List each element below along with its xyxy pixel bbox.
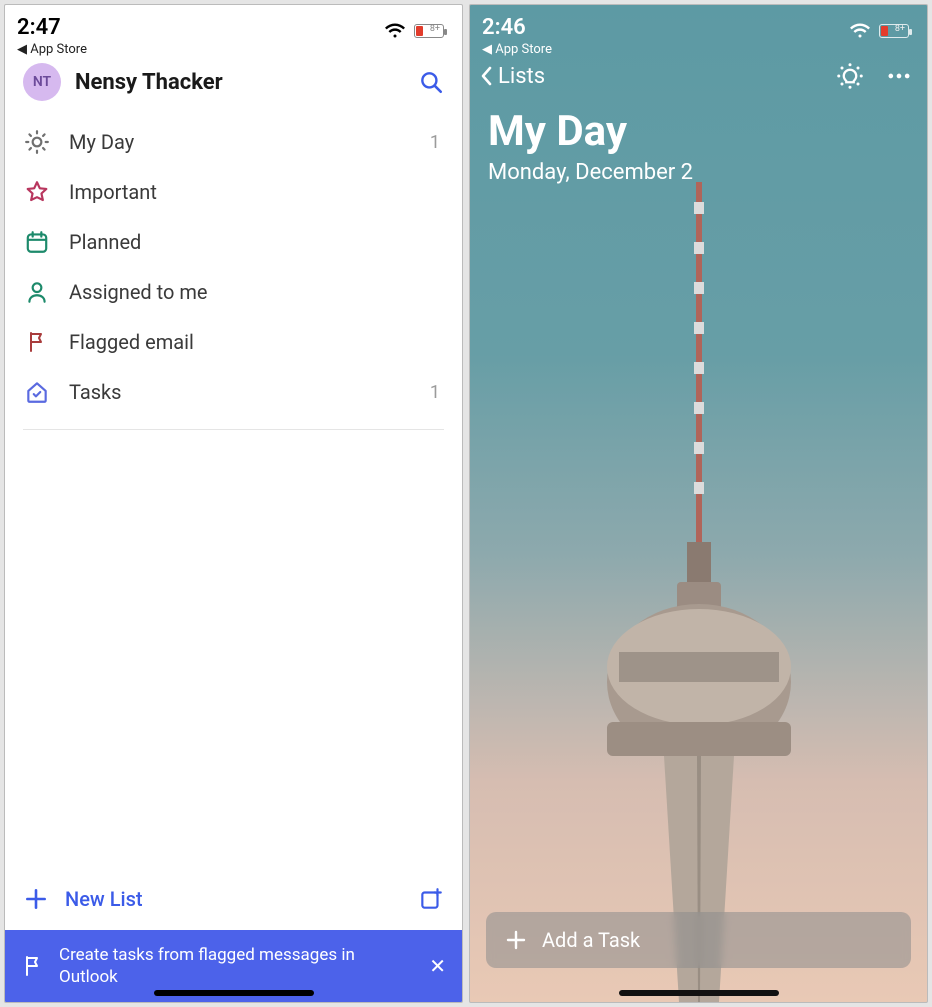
add-task-label: Add a Task	[542, 928, 640, 952]
new-list-row[interactable]: New List	[5, 868, 462, 930]
close-icon[interactable]: ✕	[429, 954, 446, 978]
background-image	[569, 182, 829, 1002]
status-time: 2:46	[482, 15, 552, 40]
page-title: My Day	[470, 97, 927, 156]
list-tasks[interactable]: Tasks 1	[5, 367, 462, 417]
list-assigned[interactable]: Assigned to me	[5, 267, 462, 317]
new-group-icon[interactable]	[418, 886, 444, 912]
star-icon	[23, 179, 51, 205]
screen-my-day: 2:46 ◀ App Store 8+ Lists	[469, 4, 928, 1003]
search-icon[interactable]	[418, 69, 444, 95]
screen-lists: 2:47 ◀ App Store 8+ NT Nensy Thacker	[4, 4, 463, 1003]
chevron-left-icon	[478, 64, 494, 88]
list-important[interactable]: Important	[5, 167, 462, 217]
list-item-label: Assigned to me	[69, 280, 422, 304]
add-task-button[interactable]: Add a Task	[486, 912, 911, 968]
home-indicator[interactable]	[619, 990, 779, 996]
list-item-count: 1	[430, 382, 440, 403]
status-time: 2:47	[17, 15, 87, 40]
suggestions-icon[interactable]	[835, 61, 865, 91]
banner-text: Create tasks from flagged messages in Ou…	[59, 944, 415, 988]
status-bar: 2:47 ◀ App Store 8+	[5, 5, 462, 51]
smart-lists: My Day 1 Important Planned	[5, 115, 462, 419]
person-icon	[23, 279, 51, 305]
back-label: Lists	[498, 64, 545, 89]
new-list-label: New List	[65, 887, 402, 911]
list-flagged[interactable]: Flagged email	[5, 317, 462, 367]
battery-icon: 8+	[414, 24, 444, 38]
list-item-label: Planned	[69, 230, 422, 254]
avatar[interactable]: NT	[23, 63, 61, 101]
list-item-count: 1	[430, 132, 440, 153]
list-item-label: Flagged email	[69, 330, 422, 354]
nav-row: Lists	[470, 51, 927, 97]
plus-icon	[504, 928, 528, 952]
home-indicator[interactable]	[154, 990, 314, 996]
list-item-label: My Day	[69, 130, 412, 154]
sun-icon	[23, 129, 51, 155]
page-subtitle: Monday, December 2	[470, 156, 927, 185]
profile-row[interactable]: NT Nensy Thacker	[5, 51, 462, 115]
back-button[interactable]: Lists	[478, 64, 545, 89]
more-icon[interactable]	[885, 62, 913, 90]
calendar-icon	[23, 229, 51, 255]
list-item-label: Tasks	[69, 380, 412, 404]
status-bar: 2:46 ◀ App Store 8+	[470, 5, 927, 51]
list-planned[interactable]: Planned	[5, 217, 462, 267]
battery-icon: 8+	[879, 24, 909, 38]
plus-icon	[23, 886, 49, 912]
list-item-label: Important	[69, 180, 422, 204]
home-icon	[23, 379, 51, 405]
list-my-day[interactable]: My Day 1	[5, 117, 462, 167]
wifi-icon	[384, 23, 406, 39]
flag-icon	[23, 329, 51, 355]
profile-name: Nensy Thacker	[75, 70, 404, 95]
flag-icon	[21, 953, 45, 979]
wifi-icon	[849, 23, 871, 39]
